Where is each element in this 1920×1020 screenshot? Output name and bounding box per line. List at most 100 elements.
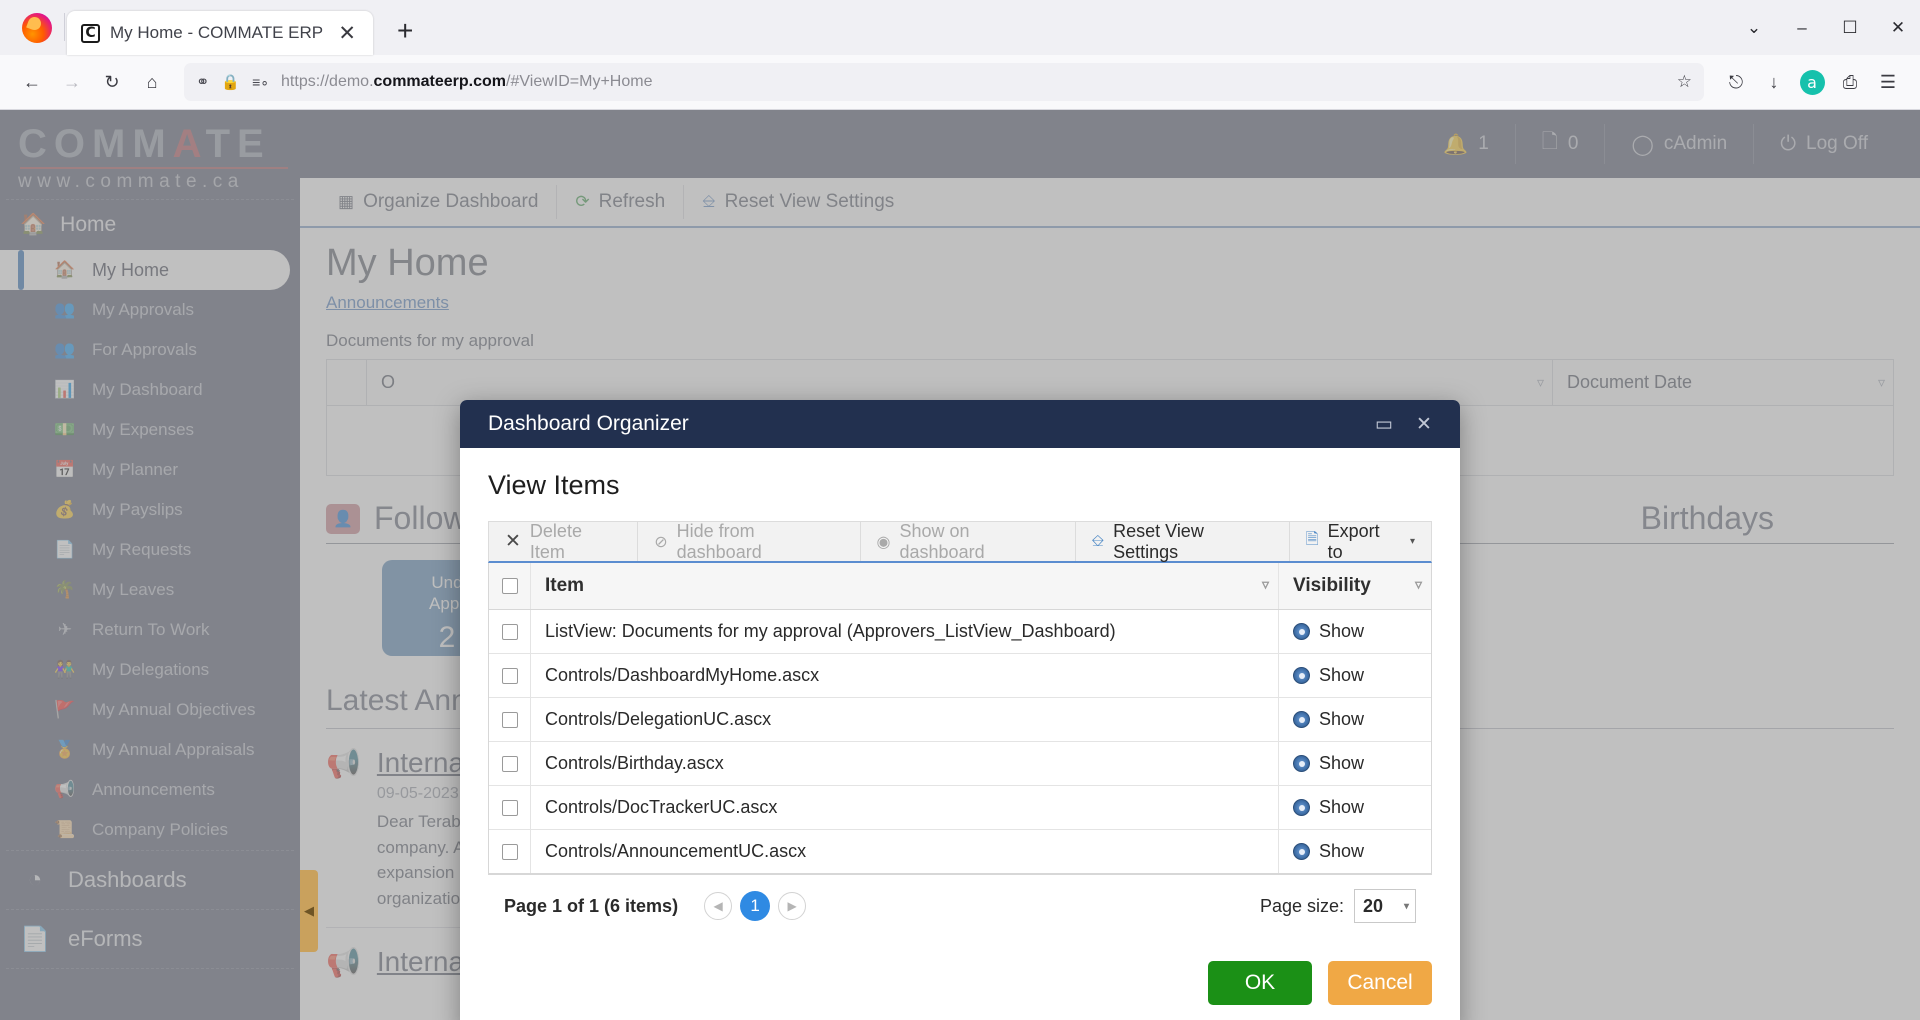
dialog-restore-icon[interactable]: ▭ [1364, 406, 1404, 442]
cell-visibility[interactable]: Show [1279, 698, 1431, 741]
cell-visibility[interactable]: Show [1279, 830, 1431, 873]
cell-visibility[interactable]: Show [1279, 654, 1431, 697]
url-domain: commateerp.com [373, 73, 507, 90]
table-row[interactable]: Controls/DelegationUC.ascx Show [489, 698, 1431, 742]
select-all-cell[interactable] [489, 563, 531, 609]
new-tab-button[interactable]: + [391, 15, 419, 46]
hide-from-dashboard-button[interactable]: ⊘ Hide from dashboard [638, 520, 861, 562]
hidden-eye-icon: ⊘ [654, 533, 668, 551]
row-select-cell[interactable] [489, 610, 531, 653]
row-select-cell[interactable] [489, 654, 531, 697]
page-size-value: 20 [1363, 895, 1384, 916]
extensions-icon[interactable]: ⎙ [1832, 64, 1868, 100]
table-row[interactable]: Controls/Birthday.ascx Show [489, 742, 1431, 786]
cell-visibility[interactable]: Show [1279, 610, 1431, 653]
permissions-icon[interactable]: ≡∘ [252, 74, 269, 91]
reload-icon[interactable]: ↻ [94, 64, 130, 100]
row-select-cell[interactable] [489, 742, 531, 785]
export-to-label: Export to [1327, 520, 1380, 562]
app-menu-icon[interactable]: ☰ [1870, 64, 1906, 100]
firefox-logo-icon [22, 13, 52, 43]
bookmark-star-icon[interactable]: ☆ [1677, 72, 1692, 92]
row-checkbox[interactable] [501, 843, 518, 860]
dialog-toolbar: ✕ Delete Item ⊘ Hide from dashboard ◉ Sh… [488, 521, 1432, 563]
tab-title: My Home - COMMATE ERP [110, 23, 324, 42]
back-icon[interactable]: ← [14, 64, 50, 100]
close-window-icon[interactable]: ✕ [1876, 11, 1920, 45]
dialog-close-icon[interactable]: ✕ [1404, 406, 1444, 442]
dialog-heading: View Items [488, 470, 620, 500]
row-checkbox[interactable] [501, 711, 518, 728]
cell-item: Controls/Birthday.ascx [531, 742, 1279, 785]
visibility-label: Show [1319, 797, 1365, 817]
eye-icon [1293, 623, 1310, 640]
page-size-control: Page size: 20 ▾ [1260, 889, 1416, 923]
reset-icon: ⎒ [1091, 532, 1105, 550]
chevron-down-icon[interactable]: ▾ [1410, 536, 1415, 547]
eye-icon [1293, 711, 1310, 728]
visibility-label: Show [1319, 709, 1365, 729]
row-select-cell[interactable] [489, 830, 531, 873]
row-checkbox[interactable] [501, 667, 518, 684]
cell-visibility[interactable]: Show [1279, 742, 1431, 785]
table-row[interactable]: Controls/DashboardMyHome.ascx Show [489, 654, 1431, 698]
table-row[interactable]: ListView: Documents for my approval (App… [489, 610, 1431, 654]
window-controls: ⌄ – ☐ ✕ [1732, 11, 1920, 55]
page-size-label: Page size: [1259, 895, 1344, 916]
cancel-button[interactable]: Cancel [1328, 961, 1432, 1005]
tab-divider [64, 13, 65, 41]
dialog-reset-view-settings-button[interactable]: ⎒ Reset View Settings [1076, 521, 1290, 562]
url-path: /#ViewID=My+Home [506, 73, 653, 90]
filter-icon[interactable]: ▿ [1262, 576, 1269, 593]
list-all-tabs-icon[interactable]: ⌄ [1732, 11, 1776, 45]
account-badge: a [1799, 69, 1825, 95]
cell-item: ListView: Documents for my approval (App… [531, 610, 1279, 653]
dialog-actions: OK Cancel [488, 961, 1432, 1005]
cell-item: Controls/DelegationUC.ascx [531, 698, 1279, 741]
ok-button[interactable]: OK [1208, 961, 1312, 1005]
pocket-icon[interactable]: ⎋ [1718, 64, 1754, 100]
table-row[interactable]: Controls/DocTrackerUC.ascx Show [489, 786, 1431, 830]
export-to-button[interactable]: 🗎 Export to ▾ [1290, 520, 1431, 562]
table-row[interactable]: Controls/AnnouncementUC.ascx Show [489, 830, 1431, 873]
maximize-window-icon[interactable]: ☐ [1828, 11, 1872, 45]
sidebar-collapse-handle[interactable]: ◀ [300, 870, 318, 952]
cell-visibility[interactable]: Show [1279, 786, 1431, 829]
pager-page-1[interactable]: 1 [740, 891, 771, 921]
pager-next-button[interactable]: ▶ [778, 892, 807, 920]
hide-from-dashboard-label: Hide from dashboard [676, 520, 762, 562]
cell-item: Controls/DocTrackerUC.ascx [531, 786, 1279, 829]
pager-prev-button[interactable]: ◀ [704, 892, 733, 920]
browser-tab[interactable]: C My Home - COMMATE ERP ✕ [67, 11, 374, 55]
eye-icon [1293, 843, 1310, 860]
tab-strip: C My Home - COMMATE ERP ✕ + ⌄ – ☐ ✕ [0, 0, 1920, 55]
select-all-checkbox[interactable] [501, 578, 518, 594]
dialog-title-bar: Dashboard Organizer ▭ ✕ [460, 400, 1460, 448]
tab-close-icon[interactable]: ✕ [333, 19, 361, 47]
browser-toolbar-right: ⎋ ↓ a ⎙ ☰ [1718, 64, 1906, 100]
home-icon[interactable]: ⌂ [134, 64, 170, 100]
row-checkbox[interactable] [501, 623, 518, 640]
row-select-cell[interactable] [489, 786, 531, 829]
column-header-visibility-label: Visibility [1293, 575, 1371, 596]
row-checkbox[interactable] [501, 799, 518, 816]
column-header-item[interactable]: Item ▿ [531, 563, 1279, 609]
row-checkbox[interactable] [501, 755, 518, 772]
shield-icon[interactable]: ⚭ [196, 72, 209, 92]
forward-icon[interactable]: → [54, 64, 90, 100]
url-bar[interactable]: ⚭ 🔒 ≡∘ https://demo.commateerp.com/#View… [184, 63, 1704, 101]
close-x-icon: ✕ [505, 531, 521, 552]
commate-favicon-icon: C [81, 23, 100, 43]
show-on-dashboard-button[interactable]: ◉ Show on dashboard [861, 521, 1076, 562]
downloads-icon[interactable]: ↓ [1756, 64, 1792, 100]
account-icon[interactable]: a [1794, 64, 1830, 100]
row-select-cell[interactable] [489, 698, 531, 741]
filter-icon[interactable]: ▿ [1415, 576, 1422, 593]
url-text: https://demo.commateerp.com/#ViewID=My+H… [281, 73, 652, 91]
lock-icon[interactable]: 🔒 [221, 73, 240, 91]
delete-item-button[interactable]: ✕ Delete Item [489, 521, 639, 562]
page-size-select[interactable]: 20 ▾ [1354, 889, 1416, 923]
column-header-visibility[interactable]: Visibility ▿ [1279, 563, 1431, 609]
cell-item: Controls/DashboardMyHome.ascx [531, 654, 1279, 697]
minimize-window-icon[interactable]: – [1780, 11, 1824, 45]
